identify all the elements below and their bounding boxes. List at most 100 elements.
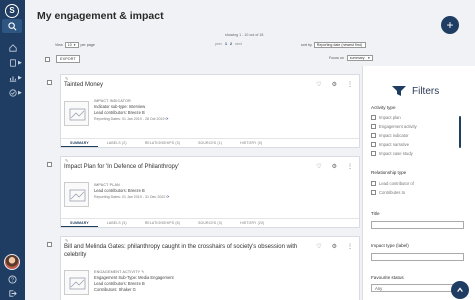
item-actions: ♡ ⚙ ⋮ <box>316 81 353 88</box>
tab-history[interactable]: HISTORY (0) <box>231 139 271 147</box>
chevron-up-icon <box>457 287 463 292</box>
scroll-top-button[interactable] <box>451 281 469 299</box>
focus-select[interactable]: summary ▾ <box>346 55 373 61</box>
item-tabs: SUMMARY LABELS (2) RELATIONSHIPS (3) SOU… <box>61 138 359 147</box>
tab-labels[interactable]: LABELS (3) <box>98 219 136 227</box>
settings-icon[interactable]: ⚙ <box>332 163 337 170</box>
chevron-right-icon: ▶ <box>18 75 22 81</box>
item-checkbox[interactable] <box>47 80 52 85</box>
favourite-icon[interactable]: ♡ <box>316 81 321 88</box>
filter-checkbox[interactable] <box>371 142 376 147</box>
impact-type-label: Impact type (label) <box>371 243 409 248</box>
more-icon[interactable]: ⋮ <box>347 163 353 170</box>
tab-sources[interactable]: SOURCES (3) <box>189 219 231 227</box>
bulk-actions: EXPORT <box>45 55 80 63</box>
tab-sources[interactable]: SOURCES (1) <box>189 139 231 147</box>
title-filter-label: Title <box>371 211 380 216</box>
tab-relationships[interactable]: RELATIONSHIPS (8) <box>136 219 189 227</box>
next-link[interactable]: next <box>235 42 242 46</box>
select-all-checkbox[interactable] <box>45 56 50 62</box>
filter-option-label: Engagement activity <box>379 124 417 129</box>
item-checkbox[interactable] <box>47 242 52 247</box>
item-meta: IMPACT INDICATOR Indicator sub-type: Int… <box>94 98 169 122</box>
filters-title: Filters <box>412 85 440 97</box>
chevron-down-icon: ▾ <box>73 43 76 47</box>
filter-option-label: Impact plan <box>379 115 401 120</box>
logout-icon[interactable] <box>6 287 18 299</box>
settings-icon[interactable]: ⚙ <box>332 81 337 88</box>
refresh-icon[interactable]: ⟳ <box>166 195 169 199</box>
filter-option-label: Impact indicator <box>379 133 409 138</box>
sidebar: S ▶ ▶ ▶ ? <box>0 0 25 300</box>
view-label: View <box>55 43 63 47</box>
avatar[interactable] <box>4 254 20 270</box>
tab-summary[interactable]: SUMMARY <box>61 139 98 147</box>
sort-control: sort by Reporting date (newest first) <box>301 42 366 48</box>
favourite-status-label: Favourite status <box>371 275 404 280</box>
filter-option[interactable]: Impact plan <box>371 115 401 120</box>
tab-summary[interactable]: SUMMARY <box>61 219 98 227</box>
main-content: My engagement & impact + showing 1 - 10 … <box>25 0 475 300</box>
tab-labels[interactable]: LABELS (2) <box>98 139 136 147</box>
list-item[interactable]: ✎ Impact Plan for 'In Defence of Philant… <box>47 156 360 228</box>
item-tabs: SUMMARY LABELS (3) RELATIONSHIPS (8) SOU… <box>61 218 359 227</box>
item-title[interactable]: Tainted Money <box>64 81 103 89</box>
plus-icon: + <box>446 18 454 32</box>
filter-option[interactable]: Impact case study <box>371 151 413 156</box>
home-icon[interactable] <box>5 42 20 53</box>
filter-option[interactable]: Impact indicator <box>371 133 409 138</box>
prev-link[interactable]: prev <box>215 42 222 46</box>
export-button[interactable]: EXPORT <box>56 55 80 63</box>
sort-value: Reporting date (newest first) <box>316 43 362 47</box>
filter-checkbox[interactable] <box>371 181 376 186</box>
page-2-link[interactable]: 2 <box>230 42 232 46</box>
list-item[interactable]: ✎ Tainted Money ♡ ⚙ ⋮ IMPACT INDICATOR I… <box>47 74 360 148</box>
favourite-icon[interactable]: ♡ <box>316 243 321 250</box>
app: S ▶ ▶ ▶ ? My engagement & impact + showi… <box>0 0 475 300</box>
item-title[interactable]: Bill and Melinda Gates: philanthropy cau… <box>64 243 304 259</box>
relationship-type-heading: Relationship type <box>371 170 407 175</box>
item-title[interactable]: Impact Plan for 'In Defence of Philanthr… <box>64 163 179 171</box>
filter-option[interactable]: Lead contributor of <box>371 181 414 186</box>
filter-checkbox[interactable] <box>371 124 376 129</box>
favourite-icon[interactable]: ♡ <box>316 163 321 170</box>
filter-option[interactable]: Impact narrative <box>371 142 409 147</box>
date-text: Reporting Dates: 01 Jan 2019 - 28 Oct 20… <box>94 117 165 121</box>
edit-icon[interactable]: ✎ <box>141 270 144 274</box>
date-text: Reporting Dates: 01 Jan 2019 - 31 Dec 20… <box>94 195 166 199</box>
list-item[interactable]: ✎ Bill and Melinda Gates: philanthropy c… <box>47 236 360 300</box>
filters-scrollbar[interactable] <box>459 116 461 148</box>
sort-label: sort by <box>301 43 312 47</box>
filter-option-label: Impact case study <box>379 151 413 156</box>
filter-checkbox[interactable] <box>371 190 376 195</box>
page-1-link[interactable]: 1 <box>225 42 227 46</box>
search-icon[interactable] <box>2 19 22 33</box>
settings-icon[interactable]: ⚙ <box>332 243 337 250</box>
tab-history[interactable]: HISTORY (20) <box>231 219 273 227</box>
filter-checkbox[interactable] <box>371 133 376 138</box>
tab-relationships[interactable]: RELATIONSHIPS (3) <box>136 139 189 147</box>
thumbnail <box>64 101 89 126</box>
favourite-value: Any <box>375 285 383 291</box>
page-size-control: View 10 ▾ per page <box>55 42 95 48</box>
item-checkbox[interactable] <box>47 162 52 167</box>
refresh-icon[interactable]: ⟳ <box>166 117 169 121</box>
filter-option-label: Contributes to <box>379 190 406 195</box>
impact-type-input[interactable] <box>371 253 464 261</box>
focus-control: Focus on summary ▾ <box>329 55 373 61</box>
more-icon[interactable]: ⋮ <box>347 81 353 88</box>
page-size-value: 10 <box>67 43 72 47</box>
title-filter-input[interactable] <box>371 221 464 229</box>
brand-logo-icon[interactable]: S <box>5 4 19 18</box>
sort-select[interactable]: Reporting date (newest first) <box>313 42 366 48</box>
pagination: prev 1 2 next <box>215 42 242 46</box>
page-size-select[interactable]: 10 ▾ <box>64 42 79 48</box>
filter-option[interactable]: Engagement activity <box>371 124 417 129</box>
filter-option[interactable]: Contributes to <box>371 190 405 195</box>
add-button[interactable]: + <box>441 16 459 34</box>
more-icon[interactable]: ⋮ <box>347 243 353 250</box>
kind-text: ENGAGEMENT ACTIVITY <box>94 270 141 274</box>
filter-checkbox[interactable] <box>371 151 376 156</box>
filter-checkbox[interactable] <box>371 115 376 120</box>
help-icon[interactable]: ? <box>6 273 18 285</box>
